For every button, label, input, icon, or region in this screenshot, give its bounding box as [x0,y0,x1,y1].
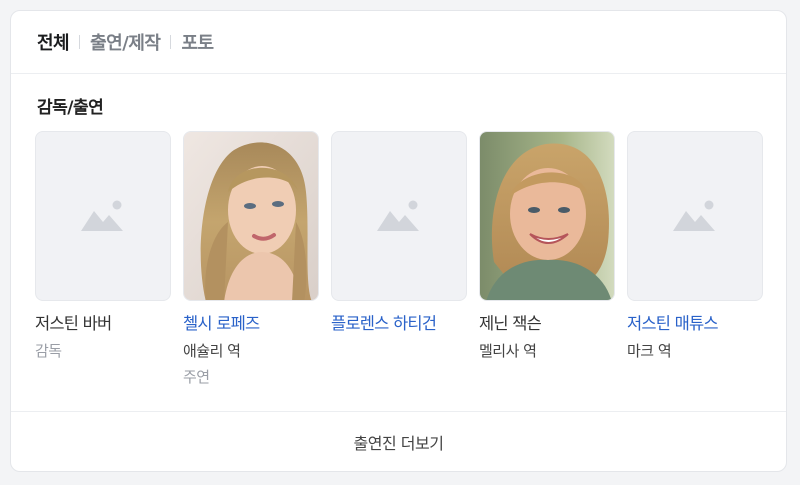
person-card[interactable]: 첼시 로페즈 애슐리 역 주연 [183,131,319,387]
person-name[interactable]: 저스틴 바버 [35,313,171,335]
person-name[interactable]: 플로렌스 하티건 [331,313,467,335]
person-credit-type: 주연 [183,368,210,386]
section-title: 감독/출연 [37,98,104,118]
more-cast-label: 출연진 더보기 [353,433,444,453]
person-role: 멜리사 역 [479,342,537,360]
person-name[interactable]: 저스틴 매튜스 [627,313,763,335]
placeholder-image-icon [377,200,419,231]
portrait-photo-icon [184,132,318,300]
tab-divider [170,35,172,49]
tab-photos[interactable]: 포토 [181,29,214,55]
person-thumbnail[interactable] [35,131,171,301]
person-name[interactable]: 첼시 로페즈 [183,313,319,335]
person-thumbnail[interactable] [627,131,763,301]
people-list: 저스틴 바버 감독 첼시 로페즈 애슐리 역 주연 플로렌스 하티건 제닌 잭슨… [35,131,763,387]
portrait-photo-icon [480,132,614,300]
person-thumbnail[interactable] [479,131,615,301]
person-credit-type: 감독 [35,342,62,360]
person-name[interactable]: 제닌 잭슨 [479,313,615,335]
tab-all[interactable]: 전체 [37,29,70,55]
person-thumbnail[interactable] [331,131,467,301]
person-card[interactable]: 제닌 잭슨 멜리사 역 [479,131,615,387]
person-role: 마크 역 [627,342,672,360]
tab-cast-crew[interactable]: 출연/제작 [90,29,161,55]
cast-card: 전체 출연/제작 포토 감독/출연 저스틴 바버 감독 첼시 로페즈 애슐리 역… [10,10,787,472]
person-card[interactable]: 저스틴 바버 감독 [35,131,171,387]
person-thumbnail[interactable] [183,131,319,301]
person-card[interactable]: 저스틴 매튜스 마크 역 [627,131,763,387]
placeholder-image-icon [673,200,715,231]
tab-bar: 전체 출연/제작 포토 [11,11,786,74]
person-role: 애슐리 역 [183,342,241,360]
person-card[interactable]: 플로렌스 하티건 [331,131,467,387]
placeholder-image-icon [81,200,123,231]
more-cast-button[interactable]: 출연진 더보기 [11,411,786,471]
tab-divider [79,35,81,49]
